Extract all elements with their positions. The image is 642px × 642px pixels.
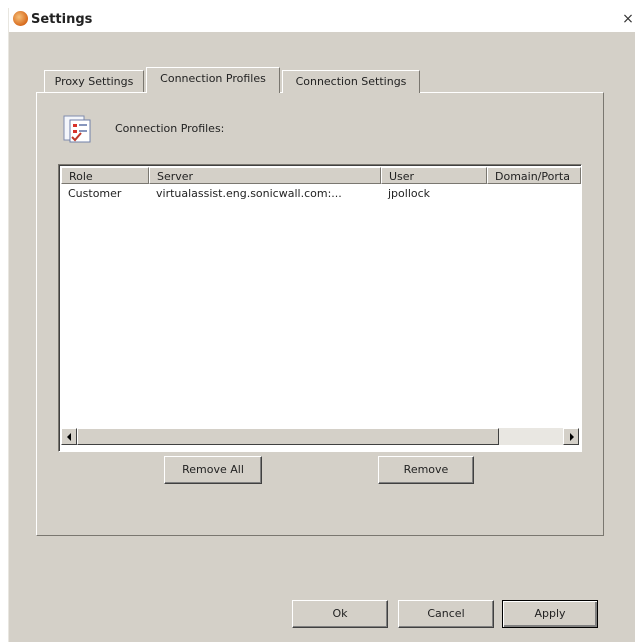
cell-role: Customer	[68, 187, 122, 200]
table-row[interactable]: Customer virtualassist.eng.sonicwall.com…	[61, 186, 581, 202]
window-title: Settings	[31, 12, 93, 27]
connection-profiles-label: Connection Profiles:	[115, 122, 225, 135]
remove-all-button[interactable]: Remove All	[164, 456, 262, 484]
tab-label: Connection Settings	[295, 75, 407, 88]
scroll-right-button[interactable]	[563, 428, 579, 445]
scroll-left-button[interactable]	[61, 428, 77, 445]
tab-connection-settings[interactable]: Connection Settings	[282, 70, 420, 93]
column-header-role[interactable]: Role	[61, 167, 149, 184]
ok-button[interactable]: Ok	[292, 600, 388, 628]
tab-connection-profiles[interactable]: Connection Profiles	[146, 67, 280, 93]
tab-label: Connection Profiles	[160, 72, 266, 85]
column-header-user[interactable]: User	[381, 167, 487, 184]
profiles-table[interactable]: Role Server User Domain/Porta Customer v…	[58, 164, 582, 452]
profiles-icon	[63, 115, 91, 143]
close-icon[interactable]: ×	[621, 12, 635, 26]
table-header: Role Server User Domain/Porta	[61, 167, 581, 184]
tab-proxy-settings[interactable]: Proxy Settings	[44, 70, 144, 93]
arrow-left-icon	[67, 433, 71, 441]
cancel-button[interactable]: Cancel	[398, 600, 494, 628]
horizontal-scrollbar[interactable]	[61, 428, 579, 445]
remove-button[interactable]: Remove	[378, 456, 474, 484]
cell-server: virtualassist.eng.sonicwall.com:...	[156, 187, 342, 200]
tab-label: Proxy Settings	[54, 75, 134, 88]
cell-domain	[487, 186, 581, 202]
scroll-thumb[interactable]	[77, 428, 499, 445]
column-header-domain-port[interactable]: Domain/Porta	[487, 167, 581, 184]
arrow-right-icon	[570, 433, 574, 441]
title-bar: Settings ×	[9, 8, 635, 32]
app-icon	[13, 11, 28, 26]
column-header-server[interactable]: Server	[149, 167, 381, 184]
cell-user: jpollock	[388, 187, 431, 200]
apply-button[interactable]: Apply	[502, 600, 598, 628]
